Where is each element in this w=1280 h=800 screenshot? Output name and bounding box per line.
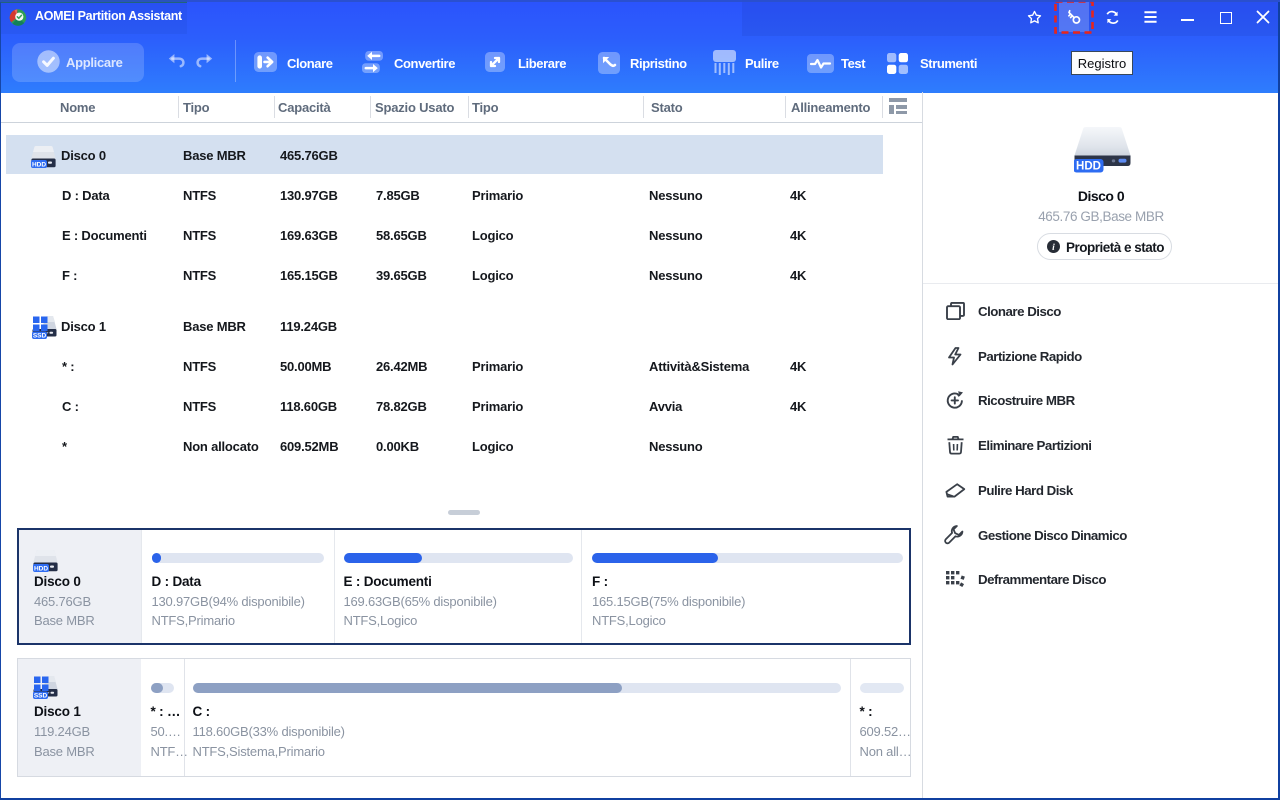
svg-text:HDD: HDD [32, 161, 46, 168]
svg-text:i: i [1052, 243, 1055, 253]
svg-text:SSD: SSD [33, 333, 47, 339]
svg-text:HDD: HDD [1076, 161, 1101, 173]
svg-text:SSD: SSD [34, 693, 48, 699]
svg-text:HDD: HDD [34, 565, 48, 572]
